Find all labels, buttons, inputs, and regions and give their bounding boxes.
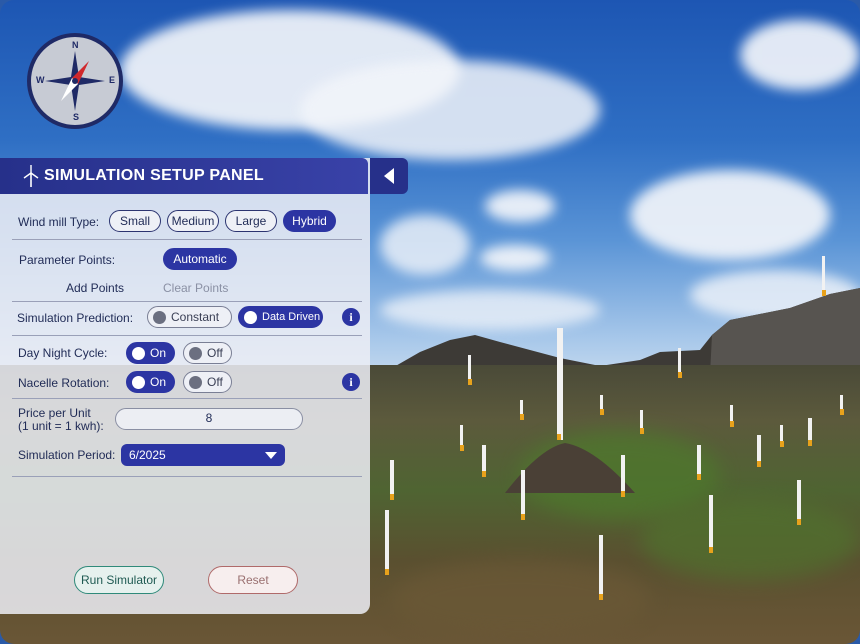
- windmill-type-large[interactable]: Large: [225, 210, 277, 232]
- divider: [12, 476, 362, 477]
- turbine: [600, 395, 604, 415]
- turbine: [482, 445, 486, 477]
- panel-title: SIMULATION SETUP PANEL: [44, 167, 264, 184]
- simulation-prediction-label: Simulation Prediction:: [17, 311, 134, 325]
- price-unit-note: (1 unit = 1 kwh):: [18, 419, 104, 433]
- divider: [12, 335, 362, 336]
- panel-header: SIMULATION SETUP PANEL: [0, 158, 368, 194]
- turbine: [709, 495, 713, 553]
- turbine: [678, 348, 682, 378]
- simulation-period-select[interactable]: 6/2025: [121, 444, 285, 466]
- prediction-constant-label: Constant: [171, 310, 220, 324]
- turbine: [697, 445, 701, 480]
- turbine: [822, 256, 826, 296]
- radio-knob: [132, 347, 145, 360]
- turbine: [390, 460, 394, 500]
- divider: [12, 301, 362, 302]
- turbine: [780, 425, 784, 447]
- turbine: [460, 425, 464, 451]
- radio-knob: [132, 376, 145, 389]
- chevron-down-icon: [265, 452, 277, 459]
- divider: [12, 398, 362, 399]
- turbine: [840, 395, 844, 415]
- nacelle-info-icon[interactable]: i: [342, 373, 360, 391]
- clear-points-button[interactable]: Clear Points: [163, 281, 228, 295]
- radio-knob: [244, 311, 257, 324]
- turbine: [599, 535, 603, 600]
- turbine: [808, 418, 812, 446]
- wind-mill-type-label: Wind mill Type:: [18, 215, 100, 229]
- prediction-data-driven-label: Data Driven: [262, 311, 321, 323]
- wind-turbine-icon: [23, 165, 39, 187]
- chevron-left-icon: [384, 168, 394, 184]
- windmill-type-medium[interactable]: Medium: [167, 210, 219, 232]
- nacelle-rotation-label: Nacelle Rotation:: [18, 376, 110, 390]
- turbine: [385, 510, 389, 575]
- terrain-patch: [390, 560, 650, 640]
- turbine: [757, 435, 761, 467]
- day-night-off-toggle[interactable]: Off: [183, 342, 232, 364]
- reset-button[interactable]: Reset: [208, 566, 298, 594]
- parameter-points-automatic-button[interactable]: Automatic: [163, 248, 237, 270]
- cloud: [380, 215, 470, 275]
- nacelle-off-label: Off: [207, 375, 223, 389]
- cloud: [740, 20, 860, 90]
- day-night-cycle-label: Day Night Cycle:: [18, 346, 108, 360]
- parameter-points-label: Parameter Points:: [19, 253, 116, 267]
- turbine: [521, 470, 525, 520]
- radio-knob: [189, 347, 202, 360]
- price-per-unit-input[interactable]: 8: [115, 408, 303, 430]
- price-per-unit-label: Price per Unit: [18, 406, 91, 420]
- collapse-panel-button[interactable]: [370, 158, 408, 194]
- radio-knob: [153, 311, 166, 324]
- simulation-period-label: Simulation Period:: [18, 448, 116, 462]
- prediction-info-icon[interactable]: i: [342, 308, 360, 326]
- turbine: [520, 400, 524, 420]
- turbine: [797, 480, 801, 525]
- radio-knob: [189, 376, 202, 389]
- nacelle-on-toggle[interactable]: On: [126, 371, 175, 393]
- cloud: [300, 60, 600, 160]
- nacelle-on-label: On: [150, 375, 167, 389]
- turbine: [468, 355, 472, 385]
- add-points-button[interactable]: Add Points: [66, 281, 124, 295]
- compass-widget[interactable]: N E S W: [27, 33, 123, 129]
- prediction-data-driven-toggle[interactable]: Data Driven: [238, 306, 323, 328]
- prediction-constant-toggle[interactable]: Constant: [147, 306, 232, 328]
- nacelle-off-toggle[interactable]: Off: [183, 371, 232, 393]
- cloud: [480, 245, 550, 271]
- windmill-type-hybrid[interactable]: Hybrid: [283, 210, 336, 232]
- turbine: [640, 410, 644, 434]
- day-night-on-label: On: [150, 346, 167, 360]
- cloud: [485, 190, 555, 222]
- day-night-on-toggle[interactable]: On: [126, 342, 175, 364]
- cloud: [630, 170, 830, 260]
- windmill-type-small[interactable]: Small: [109, 210, 161, 232]
- terrain-patch: [640, 500, 860, 580]
- turbine: [557, 328, 563, 440]
- divider: [12, 239, 362, 240]
- simulation-period-value: 6/2025: [129, 448, 166, 462]
- run-simulator-button[interactable]: Run Simulator: [74, 566, 164, 594]
- day-night-off-label: Off: [207, 346, 223, 360]
- turbine: [730, 405, 734, 427]
- compass-needle-icon: [45, 51, 105, 111]
- turbine: [621, 455, 625, 497]
